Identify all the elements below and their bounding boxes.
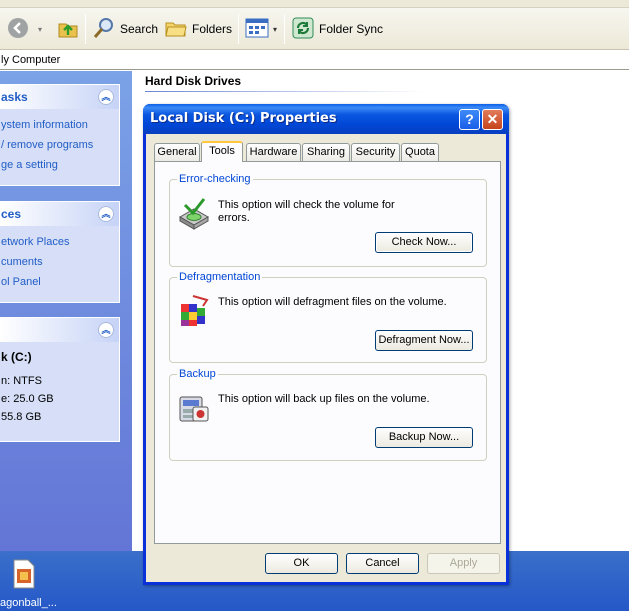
other-places-header[interactable]: ces ︽: [0, 202, 119, 226]
back-button[interactable]: ▾: [6, 17, 42, 41]
section-title: Hard Disk Drives: [145, 74, 242, 88]
defragment-now-button[interactable]: Defragment Now...: [375, 330, 473, 351]
folder-sync-label: Folder Sync: [319, 22, 384, 36]
folder-sync-icon: [291, 16, 315, 43]
task-link-add-remove-programs[interactable]: / remove programs: [0, 135, 119, 155]
task-pane: asks ︽ ystem information / remove progra…: [0, 71, 132, 551]
ok-button[interactable]: OK: [265, 553, 338, 574]
error-check-icon: [177, 197, 211, 231]
toolbar-separator: [238, 14, 239, 44]
system-tasks-title: asks: [1, 90, 28, 104]
defragmentation-text: This option will defragment files on the…: [218, 296, 447, 308]
error-checking-label: Error-checking: [177, 172, 253, 186]
tab-quota[interactable]: Quota: [401, 143, 439, 161]
folders-button[interactable]: Folders: [164, 17, 232, 41]
search-button[interactable]: Search: [92, 17, 158, 41]
chevron-up-icon[interactable]: ︽: [98, 322, 114, 338]
dialog-titlebar[interactable]: Local Disk (C:) Properties ? ✕: [143, 104, 509, 134]
backup-label: Backup: [177, 367, 218, 381]
toolbar-separator: [85, 14, 86, 44]
system-tasks-box: asks ︽ ystem information / remove progra…: [0, 84, 120, 186]
menu-bar-strip: [0, 0, 629, 8]
task-link-system-information[interactable]: ystem information: [0, 115, 119, 135]
search-icon: [92, 16, 116, 43]
desktop-file-icon[interactable]: [12, 559, 36, 589]
place-link-control-panel[interactable]: ol Panel: [0, 272, 119, 292]
toolbar-separator: [284, 14, 285, 44]
backup-now-button[interactable]: Backup Now...: [375, 427, 473, 448]
views-button[interactable]: ▾: [245, 17, 277, 41]
section-divider: [145, 91, 425, 92]
place-link-documents[interactable]: cuments: [0, 252, 119, 272]
other-places-title: ces: [1, 207, 22, 221]
apply-button: Apply: [427, 553, 500, 574]
desktop-file-label[interactable]: agonball_...: [0, 597, 57, 609]
chevron-up-icon[interactable]: ︽: [98, 89, 114, 105]
search-label: Search: [120, 22, 159, 36]
folders-label: Folders: [192, 22, 233, 36]
explorer-toolbar: ▾ Search Folders ▾ Folder Sync: [0, 8, 629, 50]
details-box: ︽ k (C:) n: NTFS e: 25.0 GB 55.8 GB: [0, 317, 120, 442]
tab-hardware[interactable]: Hardware: [246, 143, 301, 161]
backup-text: This option will back up files on the vo…: [218, 393, 430, 405]
properties-dialog: Local Disk (C:) Properties ? ✕ General T…: [143, 104, 509, 585]
tab-strip: General Tools Hardware Sharing Security …: [154, 141, 494, 162]
close-icon[interactable]: ✕: [482, 109, 503, 130]
defragmentation-label: Defragmentation: [177, 270, 263, 284]
address-text: ly Computer: [1, 54, 61, 66]
folder-sync-button[interactable]: Folder Sync: [291, 17, 383, 41]
details-total-size: 55.8 GB: [1, 411, 42, 423]
check-now-button[interactable]: Check Now...: [375, 232, 473, 253]
folders-icon: [164, 16, 188, 43]
other-places-box: ces ︽ etwork Places cuments ol Panel: [0, 201, 120, 303]
place-link-network-places[interactable]: etwork Places: [0, 232, 119, 252]
details-header[interactable]: ︽: [0, 318, 119, 342]
backup-group: Backup This option will back up files on…: [169, 367, 487, 461]
chevron-up-icon[interactable]: ︽: [98, 206, 114, 222]
error-checking-group: Error-checking This option will check th…: [169, 172, 487, 267]
up-button[interactable]: [56, 17, 80, 41]
error-checking-text: This option will check the volume for er…: [218, 199, 395, 224]
up-folder-icon: [56, 16, 80, 43]
defrag-icon: [177, 294, 211, 328]
address-bar[interactable]: ly Computer: [0, 51, 629, 70]
tab-tools[interactable]: Tools: [201, 141, 243, 162]
tab-sharing[interactable]: Sharing: [302, 143, 350, 161]
details-drive-name: k (C:): [1, 350, 32, 364]
help-icon[interactable]: ?: [459, 109, 480, 130]
views-dropdown-icon: ▾: [273, 24, 278, 34]
cancel-button[interactable]: Cancel: [346, 553, 419, 574]
tab-security[interactable]: Security: [351, 143, 400, 161]
tools-tab-panel: Error-checking This option will check th…: [154, 161, 501, 544]
views-icon: [245, 17, 269, 42]
details-free-space: e: 25.0 GB: [1, 393, 54, 405]
defragmentation-group: Defragmentation This option will defragm…: [169, 270, 487, 363]
backup-icon: [177, 391, 211, 425]
dialog-title: Local Disk (C:) Properties: [150, 111, 337, 126]
system-tasks-header[interactable]: asks ︽: [0, 85, 119, 109]
tab-general[interactable]: General: [154, 143, 200, 161]
back-icon: [6, 16, 30, 43]
back-dropdown-icon[interactable]: ▾: [38, 25, 42, 34]
details-file-system: n: NTFS: [1, 375, 42, 387]
task-link-change-setting[interactable]: ge a setting: [0, 155, 119, 175]
